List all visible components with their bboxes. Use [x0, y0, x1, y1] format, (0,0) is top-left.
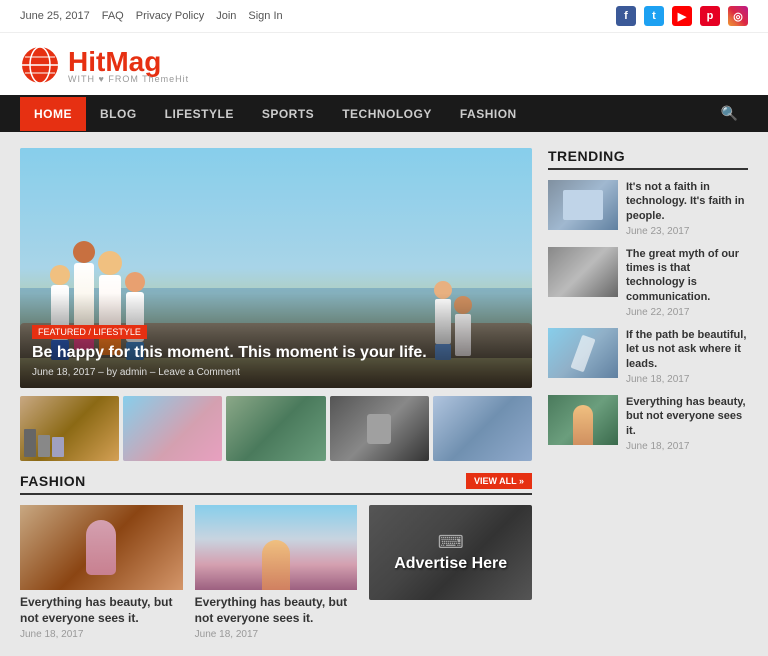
privacy-link[interactable]: Privacy Policy: [136, 10, 204, 22]
logo-hit: Hit: [68, 46, 105, 77]
fashion-item-1: Everything has beauty, but not everyone …: [20, 505, 183, 640]
thumb-1[interactable]: [20, 396, 119, 461]
logo-tagline: WITH ♥ FROM ThemeHit: [68, 74, 189, 84]
trending-text-2: The great myth of our times is that tech…: [626, 247, 748, 318]
trending-text-3: If the path be beautiful, let us not ask…: [626, 328, 748, 385]
top-bar: June 25, 2017 FAQ Privacy Policy Join Si…: [0, 0, 768, 33]
signin-link[interactable]: Sign In: [248, 10, 282, 22]
trending-date-3: June 18, 2017: [626, 374, 748, 385]
date: June 25, 2017: [20, 10, 90, 22]
logo[interactable]: HitMag WITH ♥ FROM ThemeHit: [20, 45, 748, 85]
fashion-item-2: Everything has beauty, but not everyone …: [195, 505, 358, 640]
trending-text-1: It's not a faith in technology. It's fai…: [626, 180, 748, 237]
trending-title-2: The great myth of our times is that tech…: [626, 247, 748, 304]
faq-link[interactable]: FAQ: [102, 10, 124, 22]
logo-globe-icon: [20, 45, 60, 85]
trending-thumb-2: [548, 247, 618, 297]
search-icon[interactable]: 🔍: [711, 95, 748, 132]
social-icons: f t ▶ p ◎: [616, 6, 748, 26]
fashion-items: Everything has beauty, but not everyone …: [20, 505, 532, 640]
trending-item-4[interactable]: Everything has beauty, but not everyone …: [548, 395, 748, 452]
join-link[interactable]: Join: [216, 10, 236, 22]
trending-item-2[interactable]: The great myth of our times is that tech…: [548, 247, 748, 318]
main-content: FEATURED / LIFESTYLE Be happy for this m…: [0, 132, 768, 656]
featured-overlay: FEATURED / LIFESTYLE Be happy for this m…: [20, 293, 532, 388]
sidebar: TRENDING It's not a faith in technology.…: [548, 148, 748, 640]
nav-items: HOME BLOG LIFESTYLE SPORTS TECHNOLOGY FA…: [20, 97, 531, 131]
trending-date-1: June 23, 2017: [626, 226, 748, 237]
trending-title-1: It's not a faith in technology. It's fai…: [626, 180, 748, 223]
thumb-2[interactable]: [123, 396, 222, 461]
trending-text-4: Everything has beauty, but not everyone …: [626, 395, 748, 452]
thumb-5[interactable]: [433, 396, 532, 461]
trending-item-1[interactable]: It's not a faith in technology. It's fai…: [548, 180, 748, 237]
advertise-title: Advertise Here: [394, 555, 507, 573]
thumb-4[interactable]: [330, 396, 429, 461]
nav-technology[interactable]: TECHNOLOGY: [328, 97, 446, 131]
logo-text-area: HitMag WITH ♥ FROM ThemeHit: [68, 46, 189, 84]
featured-meta: June 18, 2017 – by admin – Leave a Comme…: [32, 367, 520, 378]
content-left: FEATURED / LIFESTYLE Be happy for this m…: [20, 148, 532, 640]
trending-title-3: If the path be beautiful, let us not ask…: [626, 328, 748, 371]
pinterest-icon[interactable]: p: [700, 6, 720, 26]
trending-thumb-1: [548, 180, 618, 230]
top-bar-left: June 25, 2017 FAQ Privacy Policy Join Si…: [20, 10, 283, 22]
trending-heading: TRENDING: [548, 148, 748, 170]
nav-sports[interactable]: SPORTS: [248, 97, 328, 131]
fashion-section-header: FASHION VIEW ALL »: [20, 473, 532, 495]
facebook-icon[interactable]: f: [616, 6, 636, 26]
navigation: HOME BLOG LIFESTYLE SPORTS TECHNOLOGY FA…: [0, 95, 768, 132]
nav-lifestyle[interactable]: LIFESTYLE: [151, 97, 248, 131]
fashion-item-2-title: Everything has beauty, but not everyone …: [195, 595, 358, 626]
featured-image[interactable]: FEATURED / LIFESTYLE Be happy for this m…: [20, 148, 532, 388]
instagram-icon[interactable]: ◎: [728, 6, 748, 26]
fashion-item-3[interactable]: ⌨ Advertise Here: [369, 505, 532, 640]
advertise-box[interactable]: ⌨ Advertise Here: [369, 505, 532, 600]
trending-item-3[interactable]: If the path be beautiful, let us not ask…: [548, 328, 748, 385]
featured-title: Be happy for this moment. This moment is…: [32, 343, 520, 364]
youtube-icon[interactable]: ▶: [672, 6, 692, 26]
fashion-img-2[interactable]: [195, 505, 358, 590]
trending-date-2: June 22, 2017: [626, 307, 748, 318]
fashion-item-1-title: Everything has beauty, but not everyone …: [20, 595, 183, 626]
fashion-img-1[interactable]: [20, 505, 183, 590]
trending-thumb-4: [548, 395, 618, 445]
featured-tag: FEATURED / LIFESTYLE: [32, 325, 147, 339]
fashion-item-1-date: June 18, 2017: [20, 629, 183, 640]
logo-area: HitMag WITH ♥ FROM ThemeHit: [0, 33, 768, 95]
twitter-icon[interactable]: t: [644, 6, 664, 26]
nav-fashion[interactable]: FASHION: [446, 97, 531, 131]
thumbnail-row: [20, 396, 532, 461]
view-all-button[interactable]: VIEW ALL »: [466, 473, 532, 489]
thumb-3[interactable]: [226, 396, 325, 461]
trending-date-4: June 18, 2017: [626, 441, 748, 452]
nav-blog[interactable]: BLOG: [86, 97, 151, 131]
fashion-title: FASHION: [20, 473, 86, 489]
nav-home[interactable]: HOME: [20, 97, 86, 131]
fashion-item-2-date: June 18, 2017: [195, 629, 358, 640]
trending-thumb-3: [548, 328, 618, 378]
logo-mag: Mag: [105, 46, 161, 77]
trending-title-4: Everything has beauty, but not everyone …: [626, 395, 748, 438]
